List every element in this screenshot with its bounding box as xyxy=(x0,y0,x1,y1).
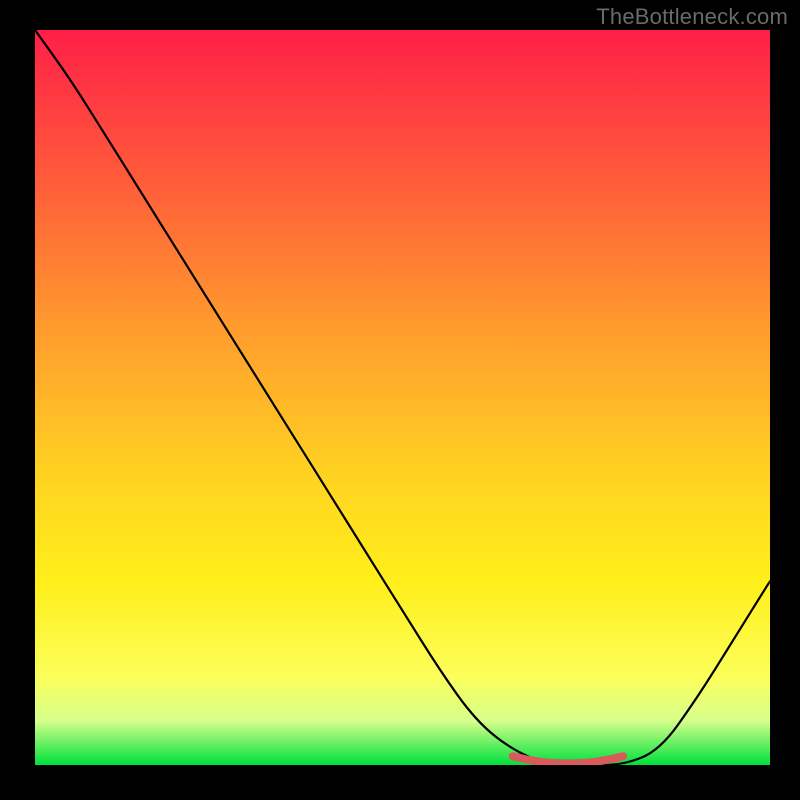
plot-area xyxy=(35,30,770,765)
gradient-background xyxy=(35,30,770,765)
chart-frame: TheBottleneck.com xyxy=(0,0,800,800)
chart-svg xyxy=(35,30,770,765)
watermark-text: TheBottleneck.com xyxy=(596,4,788,30)
